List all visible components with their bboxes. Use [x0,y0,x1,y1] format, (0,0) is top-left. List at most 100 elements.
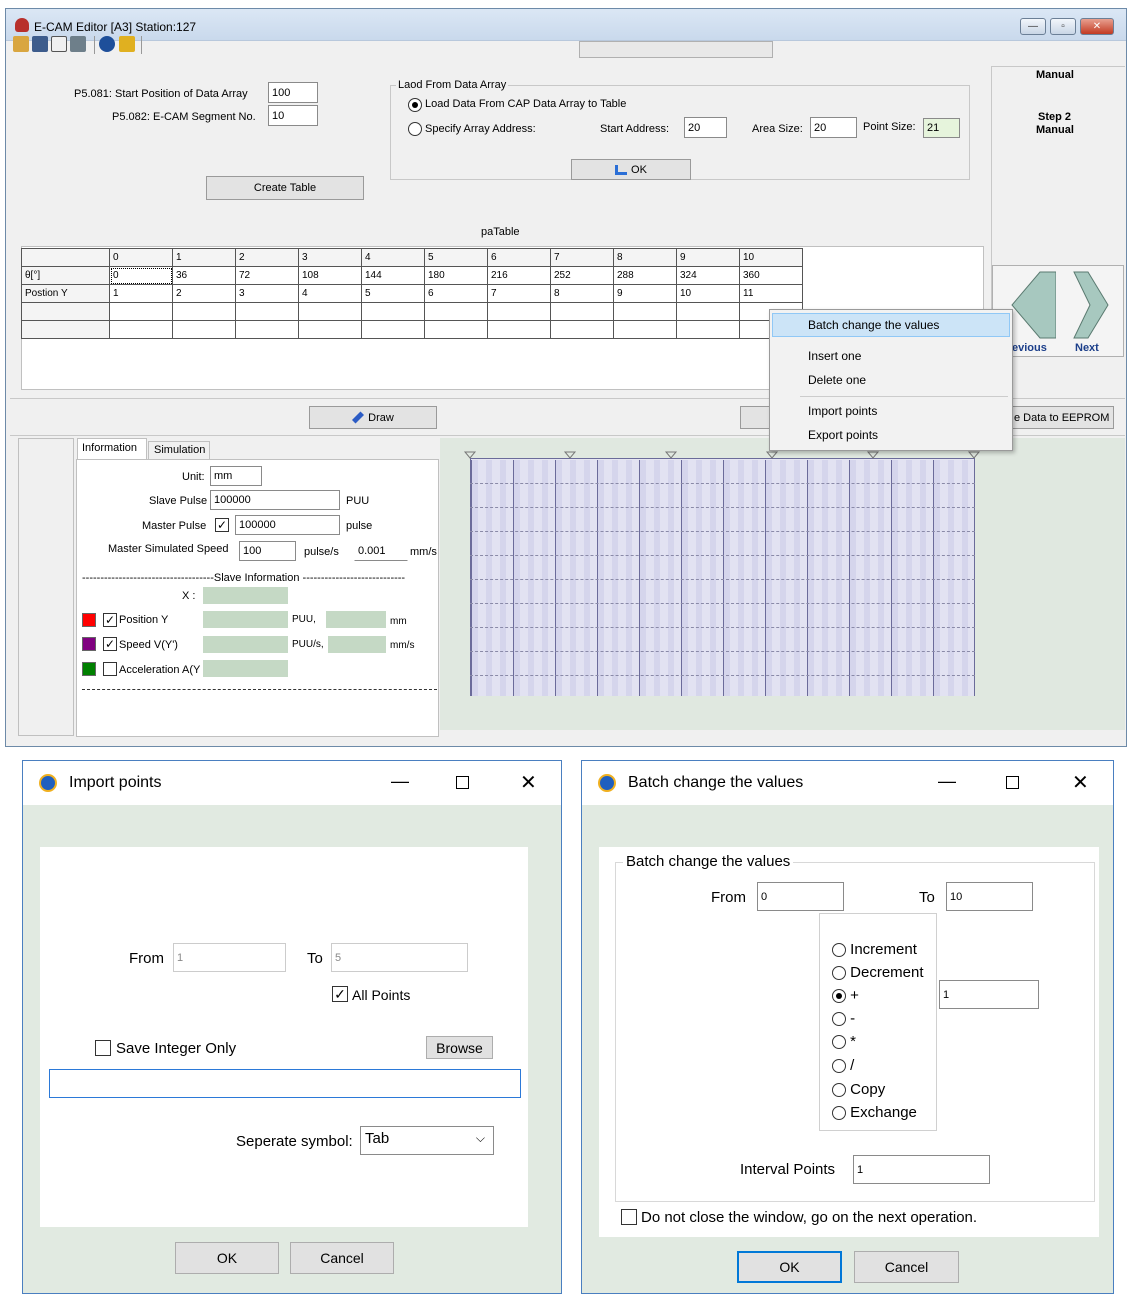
write-eeprom-button[interactable]: e Data to EEPROM [1010,406,1114,429]
save-integer-checkbox[interactable] [95,1040,111,1056]
save-icon[interactable] [32,36,48,52]
next-arrow-icon[interactable] [1060,270,1114,340]
lock-icon[interactable] [119,36,135,52]
table-cell[interactable]: 0 [109,266,173,285]
menu-item-batch-change[interactable]: Batch change the values [808,318,939,332]
accel-checkbox[interactable] [103,662,117,676]
menu-item-export-points[interactable]: Export points [808,428,878,442]
draw-button[interactable]: Draw [309,406,437,429]
table-cell[interactable]: 180 [424,266,488,285]
option-copy[interactable]: Copy [832,1081,885,1098]
browse-button[interactable]: Browse [426,1036,493,1059]
option-minus[interactable]: - [832,1010,855,1027]
empty-cell[interactable] [550,320,614,339]
option-exchange[interactable]: Exchange [832,1104,917,1121]
import-ok-button[interactable]: OK [175,1242,279,1274]
tab-simulation[interactable]: Simulation [148,441,210,459]
batch-cancel-button[interactable]: Cancel [854,1251,959,1283]
interval-points-input[interactable] [853,1155,990,1184]
table-cell[interactable]: 6 [424,284,488,303]
empty-cell[interactable] [613,302,677,321]
option-divide[interactable]: / [832,1057,854,1074]
batch-from-input[interactable] [757,882,844,911]
file-path-input[interactable] [49,1069,521,1098]
empty-cell[interactable] [109,302,173,321]
master-pulse-input[interactable] [235,515,340,535]
next-button-label[interactable]: Next [1075,342,1099,354]
table-cell[interactable]: 288 [613,266,677,285]
empty-cell[interactable] [361,302,425,321]
empty-cell[interactable] [235,302,299,321]
tab-information[interactable]: Information [77,438,147,459]
table-cell[interactable]: 7 [487,284,551,303]
table-cell[interactable]: 2 [172,284,236,303]
minimize-icon[interactable]: — [391,771,409,792]
table-cell[interactable]: 8 [550,284,614,303]
all-points-checkbox[interactable]: ✓ [332,986,348,1002]
table-cell[interactable]: 5 [361,284,425,303]
option-multiply[interactable]: * [832,1033,856,1050]
position-color-swatch[interactable] [82,613,96,627]
empty-cell[interactable] [235,320,299,339]
specify-address-radio[interactable] [408,122,422,136]
table-cell[interactable]: 9 [613,284,677,303]
table-cell[interactable]: 324 [676,266,740,285]
empty-cell[interactable] [676,320,740,339]
empty-cell[interactable] [487,320,551,339]
export-icon[interactable] [70,36,86,52]
speed-checkbox[interactable]: ✓ [103,637,117,651]
operand-input[interactable] [939,980,1039,1009]
empty-cell[interactable] [613,320,677,339]
load-ok-button[interactable]: OK [571,159,691,180]
previous-button-label[interactable]: evious [1012,342,1047,354]
maximize-icon[interactable] [1006,776,1019,789]
batch-to-input[interactable] [946,882,1033,911]
option-plus[interactable]: + [832,987,859,1004]
table-cell[interactable]: 10 [676,284,740,303]
accel-color-swatch[interactable] [82,662,96,676]
table-cell[interactable]: 144 [361,266,425,285]
menu-item-delete-one[interactable]: Delete one [808,373,866,387]
start-address-input[interactable] [684,117,727,138]
speed-color-swatch[interactable] [82,637,96,651]
table-cell[interactable]: 72 [235,266,299,285]
empty-cell[interactable] [676,302,740,321]
maximize-icon[interactable] [456,776,469,789]
empty-cell[interactable] [361,320,425,339]
empty-cell[interactable] [424,302,488,321]
empty-cell[interactable] [550,302,614,321]
segment-input[interactable] [268,105,318,126]
master-pulse-checkbox[interactable]: ✓ [215,518,229,532]
table-cell[interactable]: 4 [298,284,362,303]
empty-cell[interactable] [298,320,362,339]
master-speed-mm-input[interactable] [354,541,408,561]
empty-cell[interactable] [172,320,236,339]
empty-cell[interactable] [487,302,551,321]
separate-symbol-select[interactable]: Tab ⌵ [360,1126,494,1155]
menu-item-insert-one[interactable]: Insert one [808,349,861,363]
load-cap-radio[interactable] [408,98,422,112]
empty-cell[interactable] [298,302,362,321]
close-icon[interactable]: ✕ [1072,770,1089,795]
table-cell[interactable]: 3 [235,284,299,303]
table-cell[interactable]: 1 [109,284,173,303]
empty-cell[interactable] [109,320,173,339]
batch-ok-button[interactable]: OK [737,1251,842,1283]
document-icon[interactable] [51,36,67,52]
minimize-icon[interactable]: — [938,771,956,792]
table-cell[interactable]: 216 [487,266,551,285]
empty-cell[interactable] [172,302,236,321]
unit-input[interactable] [210,466,262,486]
import-cancel-button[interactable]: Cancel [290,1242,394,1274]
table-cell[interactable]: 252 [550,266,614,285]
minimize-button[interactable]: — [1020,18,1046,35]
maximize-button[interactable]: ▫ [1050,18,1076,35]
area-size-input[interactable] [810,117,857,138]
create-table-button[interactable]: Create Table [206,176,364,200]
hidden-button[interactable] [740,406,772,429]
table-cell[interactable]: 108 [298,266,362,285]
table-cell[interactable]: 36 [172,266,236,285]
open-folder-icon[interactable] [13,36,29,52]
close-button[interactable]: ✕ [1080,18,1114,35]
option-decrement[interactable]: Decrement [832,964,924,981]
